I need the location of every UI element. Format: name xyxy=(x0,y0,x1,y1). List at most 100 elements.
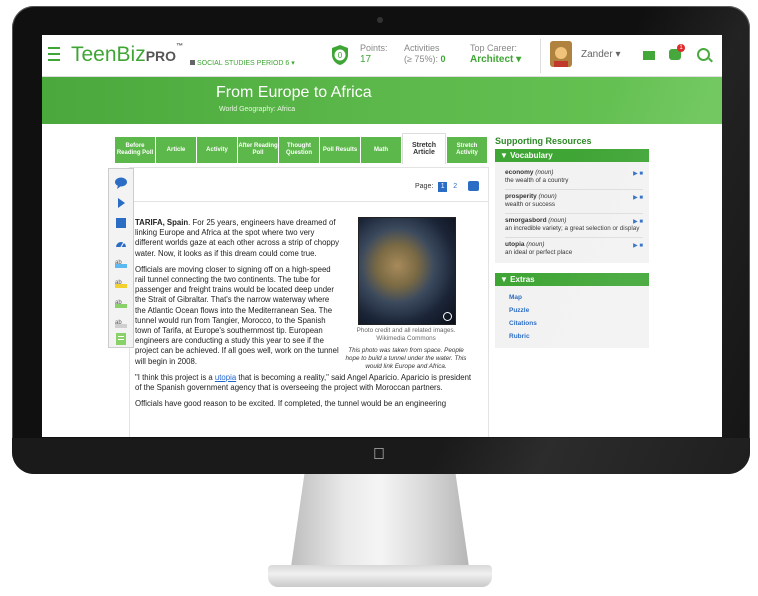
extras-link-rubric[interactable]: Rubric xyxy=(509,330,649,343)
apple-logo-icon:  xyxy=(370,446,388,464)
tab-math[interactable]: Math xyxy=(361,137,401,163)
screen: TeenBizPRO™ SOCIAL STUDIES PERIOD 6 ▾ 0 … xyxy=(42,35,722,437)
highlighter-erase-icon[interactable]: ab xyxy=(115,317,127,329)
audio-play-icon[interactable]: ▶ ■ xyxy=(633,218,643,226)
vocab-word: economy xyxy=(505,169,534,176)
app-logo[interactable]: TeenBizPRO™ xyxy=(71,43,183,67)
vocab-item: prosperity (noun) wealth or success ▶ ■ xyxy=(505,190,643,214)
vocab-definition: wealth or success xyxy=(505,201,556,208)
extras-link-map[interactable]: Map xyxy=(509,291,649,304)
top-career-label: Top Career: xyxy=(470,43,518,53)
activities-label: Activities xyxy=(404,43,440,53)
play-icon[interactable] xyxy=(115,197,127,209)
vocab-pos: (noun) xyxy=(548,217,567,224)
print-icon[interactable] xyxy=(468,181,479,191)
vocabulary-header[interactable]: ▼ Vocabulary xyxy=(495,149,649,162)
photo-credit: Photo credit and all related images. Wik… xyxy=(356,327,456,342)
top-career-dropdown[interactable]: Architect ▾ xyxy=(470,54,521,65)
highlighter-yellow-icon[interactable]: ab xyxy=(115,277,127,289)
avatar[interactable] xyxy=(550,41,572,67)
vocab-pos: (noun) xyxy=(535,169,554,176)
tab-stretch-article[interactable]: Stretch Article xyxy=(402,133,446,164)
search-icon[interactable] xyxy=(697,48,710,61)
page-2-link[interactable]: 2 xyxy=(453,183,457,190)
logo-tm: ™ xyxy=(176,43,184,50)
mail-icon[interactable] xyxy=(643,51,655,60)
monitor-stand xyxy=(290,474,470,574)
notes-icon[interactable] xyxy=(115,333,127,345)
vocab-word: utopia xyxy=(505,241,525,248)
vocab-definition: an incredible variety; a great selection… xyxy=(505,225,640,232)
vocab-pos: (noun) xyxy=(526,241,545,248)
article-panel: Page: 1 2 TARIFA, Spain. For 25 years, e… xyxy=(129,167,489,437)
resources-title: Supporting Resources xyxy=(495,136,592,146)
vocab-word: prosperity xyxy=(505,193,537,200)
user-menu[interactable]: Zander ▾ xyxy=(581,49,621,60)
extras-link-citations[interactable]: Citations xyxy=(509,317,649,330)
logo-text: TeenBiz xyxy=(71,43,146,66)
paragraph-3-start: "I think this project is a xyxy=(135,372,215,382)
tab-activity[interactable]: Activity xyxy=(197,137,237,163)
chevron-down-icon: ▾ xyxy=(516,54,522,65)
collapse-arrow-icon: ▼ xyxy=(500,151,508,160)
avatar-face-icon xyxy=(550,41,572,67)
logo-pro: PRO xyxy=(145,48,177,64)
activities-value: 0 xyxy=(440,54,446,64)
class-period-dropdown[interactable]: SOCIAL STUDIES PERIOD 6 ▾ xyxy=(190,59,295,67)
svg-text:ab: ab xyxy=(115,280,122,286)
vocab-definition: an ideal or perfect place xyxy=(505,249,573,256)
zoom-icon[interactable] xyxy=(443,312,452,321)
tab-poll-results[interactable]: Poll Results xyxy=(320,137,360,163)
svg-text:ab: ab xyxy=(115,320,122,326)
satellite-photo[interactable] xyxy=(358,217,456,325)
paragraph-1: TARIFA, Spain. For 25 years, engineers h… xyxy=(135,218,341,259)
shield-badge-icon: 0 xyxy=(332,45,348,65)
activities-label-text: Activities xyxy=(404,43,440,53)
tab-before-reading-poll[interactable]: Before Reading Poll xyxy=(115,137,155,163)
tab-after-reading-poll[interactable]: After Reading Poll xyxy=(238,137,278,163)
menu-icon[interactable] xyxy=(48,47,60,61)
page-1-button[interactable]: 1 xyxy=(438,182,448,192)
tab-stretch-activity[interactable]: Stretch Activity xyxy=(447,137,487,163)
article-subtitle: World Geography: Africa xyxy=(219,106,296,113)
audio-play-icon[interactable]: ▶ ■ xyxy=(633,242,643,250)
tab-thought-question[interactable]: Thought Question xyxy=(279,137,319,163)
article-body: TARIFA, Spain. For 25 years, engineers h… xyxy=(135,218,471,415)
vocab-item: smorgasbord (noun) an incredible variety… xyxy=(505,214,643,238)
speed-gauge-icon[interactable] xyxy=(115,237,127,249)
audio-play-icon[interactable]: ▶ ■ xyxy=(633,194,643,202)
notification-badge: 1 xyxy=(677,44,685,52)
activities-threshold: (≥ 75%): xyxy=(404,54,438,64)
svg-text:ab: ab xyxy=(115,260,122,266)
period-label: SOCIAL STUDIES PERIOD 6 xyxy=(197,60,290,67)
webcam xyxy=(377,17,383,23)
monitor-base xyxy=(268,565,492,587)
dateline: TARIFA, Spain xyxy=(135,218,189,227)
photo-caption: This photo was taken from space. People … xyxy=(345,347,467,370)
article-banner: From Europe to Africa World Geography: A… xyxy=(42,77,722,124)
page-label: Page: xyxy=(415,183,434,190)
stop-icon[interactable] xyxy=(115,217,127,229)
chevron-down-icon: ▾ xyxy=(615,49,621,60)
badge-value: 0 xyxy=(338,51,343,60)
highlighter-green-icon[interactable]: ab xyxy=(115,297,127,309)
extras-header[interactable]: ▼ Extras xyxy=(495,273,649,286)
extras-link-puzzle[interactable]: Puzzle xyxy=(509,304,649,317)
chevron-down-icon: ▾ xyxy=(291,60,295,67)
vocabulary-header-label: Vocabulary xyxy=(510,151,553,160)
audio-play-icon[interactable]: ▶ ■ xyxy=(633,170,643,178)
vocab-word: smorgasbord xyxy=(505,217,547,224)
vocab-item: economy (noun) the wealth of a country ▶… xyxy=(505,166,643,190)
highlighter-blue-icon[interactable]: ab xyxy=(115,257,127,269)
extras-list: Map Puzzle Citations Rubric xyxy=(495,286,649,348)
svg-text:ab: ab xyxy=(115,300,122,306)
tab-article[interactable]: Article xyxy=(156,137,196,163)
collapse-arrow-icon: ▼ xyxy=(500,275,508,284)
top-nav-bar: TeenBizPRO™ SOCIAL STUDIES PERIOD 6 ▾ 0 … xyxy=(42,35,722,77)
vocabulary-list: economy (noun) the wealth of a country ▶… xyxy=(495,162,649,263)
pagination: Page: 1 2 xyxy=(415,182,457,192)
activities-value-row: (≥ 75%): 0 xyxy=(404,54,445,64)
vocab-link-utopia[interactable]: utopia xyxy=(215,373,236,382)
comment-icon[interactable] xyxy=(115,177,127,189)
divider xyxy=(130,201,488,202)
